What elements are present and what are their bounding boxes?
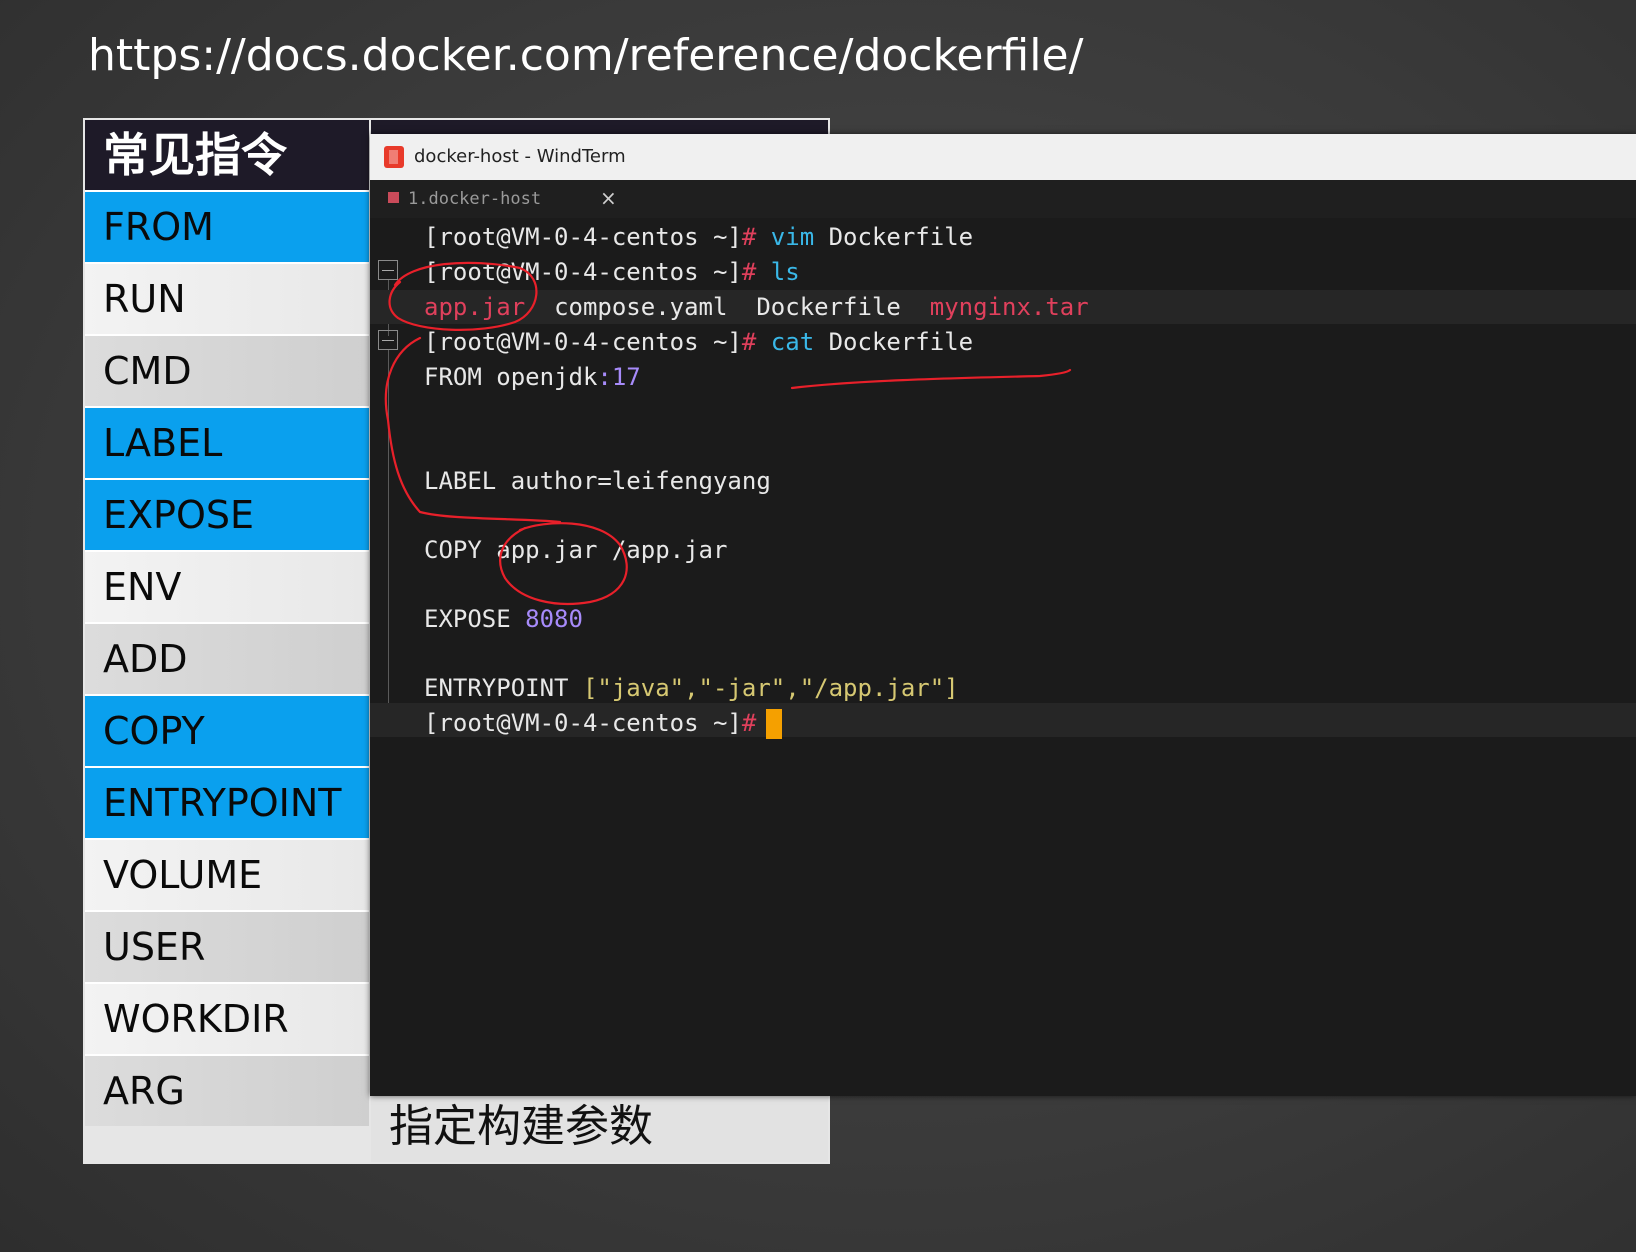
- terminal-line: EXPOSE 8080: [424, 602, 583, 636]
- prompt-hash: #: [741, 223, 757, 251]
- command-arg: Dockerfile: [828, 223, 974, 251]
- instruction-row: LABEL: [85, 406, 369, 478]
- prompt: [root@VM-0-4-centos ~]: [424, 709, 742, 737]
- instruction-row: COPY: [85, 694, 369, 766]
- instruction-row: FROM: [85, 190, 369, 262]
- fold-toggle-icon[interactable]: [378, 260, 398, 280]
- terminal-line: ENTRYPOINT ["java","-jar","/app.jar"]: [424, 671, 959, 705]
- instruction-row: ENV: [85, 550, 369, 622]
- prompt: [root@VM-0-4-centos ~]: [424, 328, 742, 356]
- terminal-line: FROM openjdk:17: [424, 360, 641, 394]
- instruction-row: EXPOSE: [85, 478, 369, 550]
- prompt-hash: #: [741, 258, 757, 286]
- terminal-line: LABEL author=leifengyang: [424, 467, 771, 495]
- entrypoint-args: ["java","-jar","/app.jar"]: [582, 674, 959, 702]
- tag-separator: :: [597, 363, 612, 391]
- command-arg: Dockerfile: [828, 328, 974, 356]
- instruction-row: USER: [85, 910, 369, 982]
- terminal-line: [root@VM-0-4-centos ~]# ls: [424, 255, 800, 289]
- image-name: openjdk: [496, 363, 598, 391]
- session-tab-icon: [388, 192, 399, 203]
- terminal-line: [root@VM-0-4-centos ~]# vim Dockerfile: [424, 220, 973, 254]
- file-entry: mynginx.tar: [929, 293, 1089, 321]
- instruction-row: RUN: [85, 262, 369, 334]
- dockerfile-keyword: EXPOSE: [424, 605, 511, 633]
- file-entry: compose.yaml: [554, 293, 728, 321]
- dockerfile-keyword: ENTRYPOINT: [424, 674, 569, 702]
- prompt: [root@VM-0-4-centos ~]: [424, 223, 742, 251]
- fold-guide: [388, 350, 389, 720]
- instruction-row: ARG: [85, 1054, 369, 1126]
- terminal-line: [root@VM-0-4-centos ~]#: [424, 706, 783, 740]
- prompt-hash: #: [741, 709, 757, 737]
- command: vim: [770, 223, 815, 251]
- arg-description: 指定构建参数: [389, 1101, 653, 1152]
- instruction-row: WORKDIR: [85, 982, 369, 1054]
- terminal-line: app.jar compose.yaml Dockerfile mynginx.…: [424, 290, 1089, 324]
- terminal-line: [root@VM-0-4-centos ~]# cat Dockerfile: [424, 325, 973, 359]
- terminal-line: COPY app.jar /app.jar: [424, 536, 728, 564]
- docs-url: https://docs.docker.com/reference/docker…: [88, 30, 1084, 81]
- file-entry: Dockerfile: [756, 293, 901, 321]
- title-bar[interactable]: docker-host - WindTerm: [370, 134, 1636, 180]
- session-tab[interactable]: 1.docker-host: [408, 189, 541, 209]
- command: cat: [770, 328, 815, 356]
- instruction-row: VOLUME: [85, 838, 369, 910]
- prompt-hash: #: [741, 328, 757, 356]
- instruction-row: ENTRYPOINT: [85, 766, 369, 838]
- windterm-app-icon: [384, 146, 404, 168]
- tab-bar: 1.docker-host ×: [370, 180, 1636, 218]
- windterm-window[interactable]: docker-host - WindTerm 1.docker-host × […: [370, 134, 1636, 1096]
- instruction-row: ADD: [85, 622, 369, 694]
- image-tag: 17: [611, 363, 641, 391]
- dockerfile-keyword: FROM: [424, 363, 482, 391]
- instruction-row: CMD: [85, 334, 369, 406]
- text-cursor: [766, 709, 783, 739]
- close-tab-icon[interactable]: ×: [600, 186, 617, 210]
- prompt: [root@VM-0-4-centos ~]: [424, 258, 742, 286]
- port-number: 8080: [525, 605, 583, 633]
- fold-toggle-icon[interactable]: [378, 330, 398, 350]
- instruction-column: 常见指令 FROM RUN CMD LABEL EXPOSE ENV ADD C…: [85, 120, 369, 1126]
- command: ls: [770, 258, 800, 286]
- table-header: 常见指令: [85, 120, 369, 190]
- terminal-output[interactable]: [root@VM-0-4-centos ~]# vim Dockerfile […: [370, 218, 1636, 1096]
- window-title: docker-host - WindTerm: [414, 146, 626, 167]
- file-entry: app.jar: [424, 293, 526, 321]
